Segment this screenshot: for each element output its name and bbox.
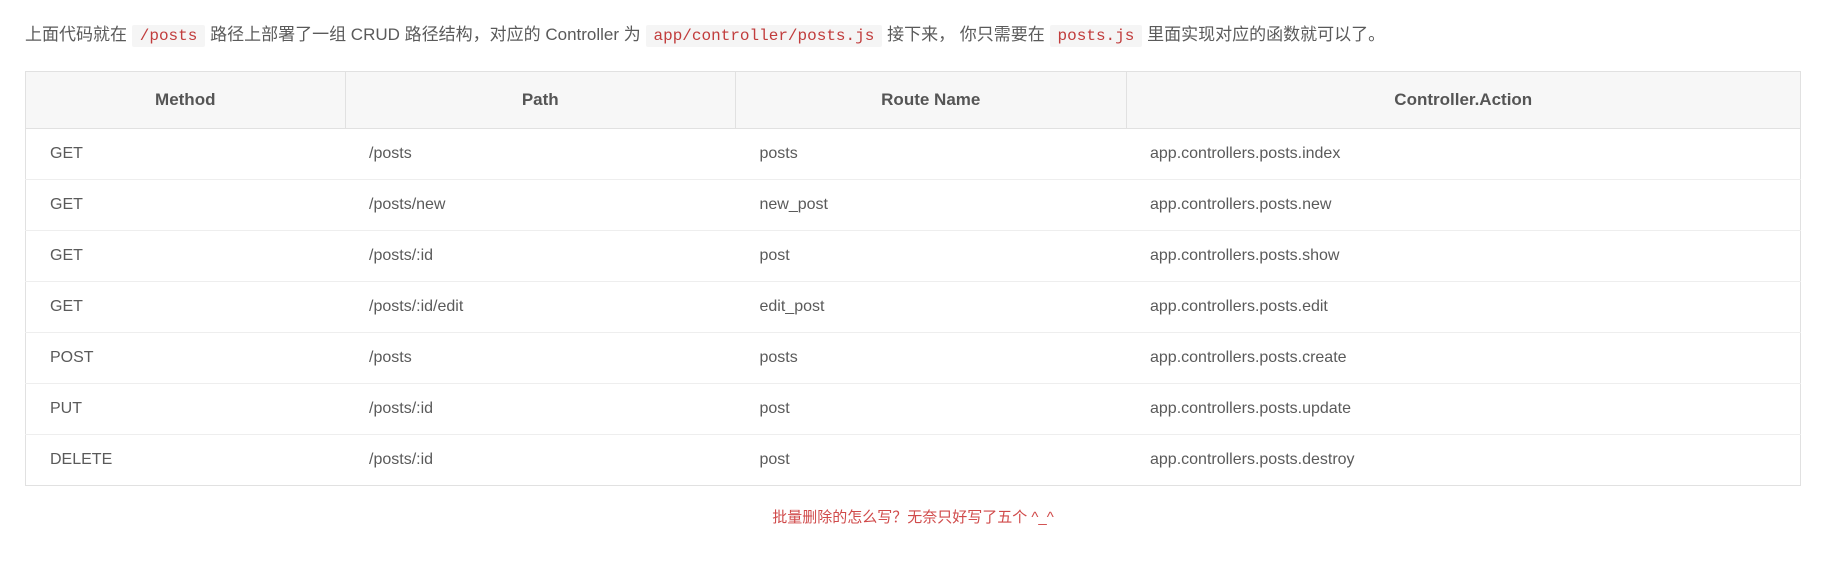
table-body: GET /posts posts app.controllers.posts.i… [26, 128, 1801, 485]
cell-action: app.controllers.posts.show [1126, 230, 1801, 281]
table-row: GET /posts posts app.controllers.posts.i… [26, 128, 1801, 179]
intro-text-part1: 上面代码就在 [25, 25, 132, 44]
table-row: GET /posts/:id post app.controllers.post… [26, 230, 1801, 281]
cell-route: new_post [736, 179, 1127, 230]
code-posts-path: /posts [132, 25, 206, 47]
table-row: GET /posts/:id/edit edit_post app.contro… [26, 281, 1801, 332]
header-path: Path [345, 71, 736, 128]
cell-path: /posts/:id [345, 230, 736, 281]
table-row: GET /posts/new new_post app.controllers.… [26, 179, 1801, 230]
cell-path: /posts/:id [345, 383, 736, 434]
cell-route: posts [736, 332, 1127, 383]
cell-path: /posts/new [345, 179, 736, 230]
intro-text-part3: 接下来， 你只需要在 [887, 25, 1049, 44]
header-method: Method [26, 71, 346, 128]
intro-text-part4: 里面实现对应的函数就可以了。 [1147, 25, 1385, 44]
header-controller-action: Controller.Action [1126, 71, 1801, 128]
cell-action: app.controllers.posts.index [1126, 128, 1801, 179]
header-route-name: Route Name [736, 71, 1127, 128]
cell-method: GET [26, 230, 346, 281]
table-row: POST /posts posts app.controllers.posts.… [26, 332, 1801, 383]
cell-route: edit_post [736, 281, 1127, 332]
table-row: DELETE /posts/:id post app.controllers.p… [26, 434, 1801, 485]
cell-route: post [736, 383, 1127, 434]
cell-route: post [736, 230, 1127, 281]
cell-path: /posts [345, 332, 736, 383]
cell-method: PUT [26, 383, 346, 434]
cell-action: app.controllers.posts.edit [1126, 281, 1801, 332]
cell-path: /posts [345, 128, 736, 179]
intro-text-part2: 路径上部署了一组 CRUD 路径结构，对应的 Controller 为 [210, 25, 645, 44]
cell-route: post [736, 434, 1127, 485]
intro-paragraph: 上面代码就在 /posts 路径上部署了一组 CRUD 路径结构，对应的 Con… [25, 20, 1801, 51]
cell-action: app.controllers.posts.create [1126, 332, 1801, 383]
cell-action: app.controllers.posts.destroy [1126, 434, 1801, 485]
cell-method: POST [26, 332, 346, 383]
cell-path: /posts/:id [345, 434, 736, 485]
table-header-row: Method Path Route Name Controller.Action [26, 71, 1801, 128]
footer-note: 批量删除的怎么写？无奈只好写了五个 ^_^ [25, 506, 1801, 527]
cell-method: GET [26, 179, 346, 230]
cell-method: GET [26, 281, 346, 332]
cell-path: /posts/:id/edit [345, 281, 736, 332]
routes-table: Method Path Route Name Controller.Action… [25, 71, 1801, 486]
cell-action: app.controllers.posts.update [1126, 383, 1801, 434]
cell-method: DELETE [26, 434, 346, 485]
cell-route: posts [736, 128, 1127, 179]
table-row: PUT /posts/:id post app.controllers.post… [26, 383, 1801, 434]
cell-action: app.controllers.posts.new [1126, 179, 1801, 230]
code-controller-path: app/controller/posts.js [646, 25, 883, 47]
cell-method: GET [26, 128, 346, 179]
code-posts-js: posts.js [1050, 25, 1143, 47]
